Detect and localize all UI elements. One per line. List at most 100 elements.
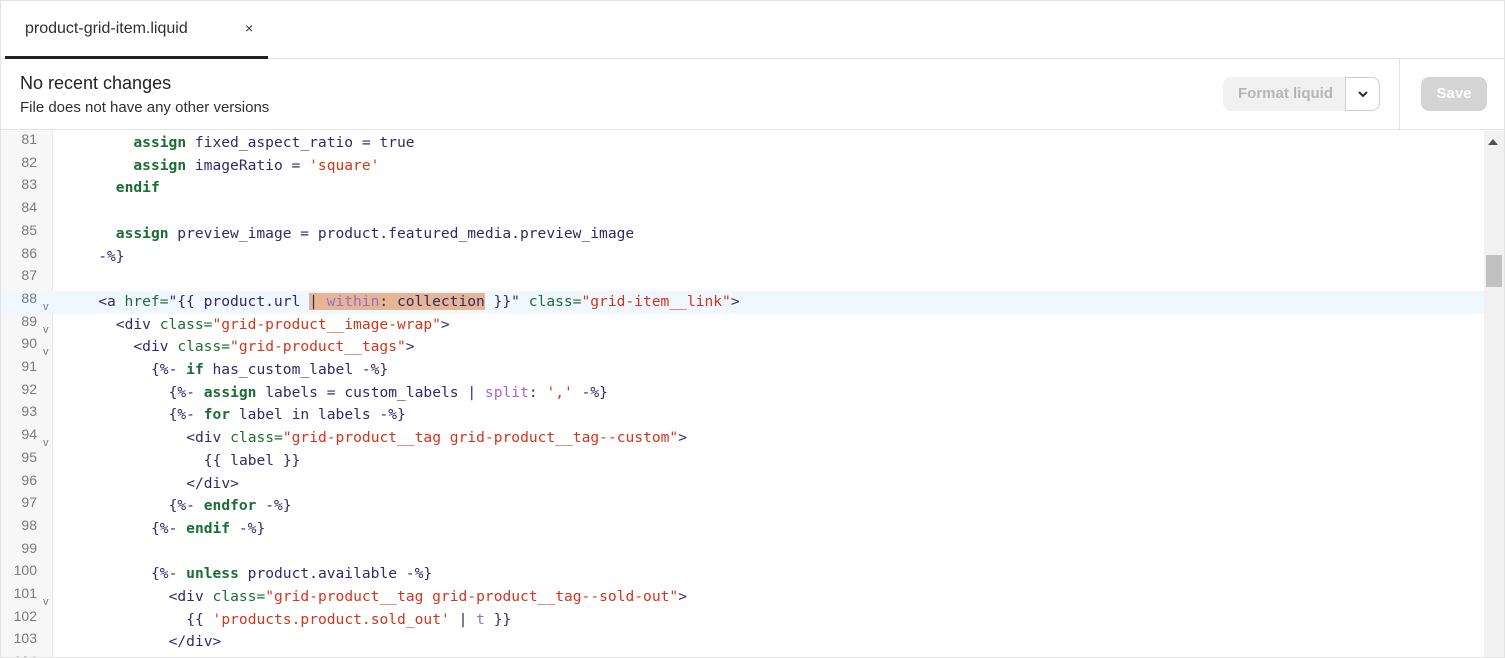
code-text: {{ 'products.product.sold_out' | t }} [186,609,511,632]
vertical-scrollbar[interactable] [1484,131,1504,657]
tab-product-grid-item[interactable]: product-grid-item.liquid × [5,1,268,59]
code-token: > [730,292,740,310]
code-line[interactable]: 102 {{ 'products.product.sold_out' | t }} [1,608,1484,632]
code-token: -%} [98,247,125,265]
code-token: assign [133,156,187,174]
code-token: "{{ product.url [168,292,310,310]
code-line[interactable]: 85 assign preview_image = product.feature… [1,222,1484,246]
code-line[interactable]: 94 v <div class="grid-product__tag grid-pr… [1,426,1484,450]
code-token: class= [528,292,582,310]
code-line[interactable]: 90 v <div class="grid-product__tags"> [1,335,1484,359]
version-title: No recent changes [20,73,172,93]
code-text: -%} [98,246,124,269]
code-token: }} [484,610,512,628]
code-token: endif [186,519,231,537]
code-token: {{ [186,610,213,628]
code-token: assign [115,224,169,242]
code-token: class= [177,338,231,356]
line-number: 104 [1,650,37,657]
code-text: </div> [169,631,222,654]
code-line[interactable]: 92 {%- assign labels = custom_labels | sp… [1,381,1484,405]
code-token: class= [230,429,283,447]
line-number: 83 [21,176,37,193]
code-token: assign [133,134,187,151]
code-line[interactable]: 97 {%- endfor -%} [1,494,1484,518]
code-token: "grid-product__tag grid-product__tag--so… [265,588,679,605]
scrollbar-thumb[interactable] [1486,255,1502,287]
code-token: {{ label }} [203,451,301,469]
code-text: <div class="grid-product__tag grid-produ… [186,427,687,450]
code-line[interactable]: 96 </div> [1,472,1484,496]
code-token: product.available -%} [238,565,433,583]
code-token: "grid-product__tag grid-product__tag--cu… [282,429,679,447]
code-line[interactable]: 93 {%- for label in labels -%} [1,403,1484,427]
line-number: 82 [21,153,37,170]
line-number: 91 [21,358,37,374]
code-text: <div class="grid-product__tags"> [133,336,414,359]
format-options-button[interactable] [1345,77,1380,111]
code-line[interactable]: 104 [1,653,1484,657]
code-token: {%- [151,519,187,537]
code-token: endfor [203,497,257,515]
code-token: within [326,292,380,310]
code-token: ',' [546,383,573,401]
code-token: | [449,610,477,628]
code-token: "grid-product__tags" [230,338,406,356]
code-line[interactable]: 89 v <div class="grid-product__image-wrap"… [1,313,1484,337]
code-line[interactable]: 86 -%} [1,245,1484,269]
line-number: 96 [21,471,37,488]
code-token: class= [159,315,213,333]
format-liquid-button[interactable]: Format liquid [1223,77,1345,111]
line-number: 101 [13,585,37,601]
code-token: > [678,588,687,605]
code-text: endif [116,177,160,200]
code-line[interactable]: 87 [1,267,1484,291]
code-token: 'square' [309,156,380,174]
code-text: assign preview_image = product.featured_… [116,223,634,246]
code-token: class= [212,588,266,605]
code-text: <div class="grid-product__tag grid-produ… [169,586,687,609]
line-number: 86 [21,244,37,261]
code-token: href= [124,292,169,310]
tab-label: product-grid-item.liquid [25,20,188,37]
line-number: 90 [21,335,37,352]
code-token: -%} [256,497,292,515]
line-number: 97 [21,494,37,511]
code-token: > [678,429,688,447]
code-token: unless [186,565,239,583]
code-text: assign imageRatio = 'square' [133,155,379,178]
code-token: has_custom_label -%} [203,361,389,378]
code-token: preview_image = product.featured_media.p… [168,224,635,242]
code-token: <div [133,338,178,356]
code-line[interactable]: 84 [1,199,1484,223]
save-button[interactable]: Save [1421,77,1487,111]
code-line[interactable]: 83 endif [1,176,1484,200]
version-subtitle: File does not have any other versions [20,99,270,116]
code-line[interactable]: 99 [1,540,1484,564]
line-number: 81 [21,131,37,147]
chevron-down-icon [1357,91,1368,98]
code-text: </div> [186,473,239,496]
code-line[interactable]: 101 v <div class="grid-product__tag grid-p… [1,585,1484,609]
code-editor[interactable]: 81 assign fixed_aspect_ratio = true 82 assi… [1,131,1504,657]
code-text: {%- for label in labels -%} [169,404,406,427]
code-line[interactable]: 81 assign fixed_aspect_ratio = true [1,131,1484,155]
close-icon[interactable]: × [245,20,253,36]
code-token: | [309,292,327,310]
code-line[interactable]: 100 {%- unless product.available -%} [1,562,1484,586]
code-token: <div [115,315,160,333]
code-line[interactable]: 91 {%- if has_custom_label -%} [1,358,1484,382]
line-number: 103 [13,630,37,647]
line-number: 102 [13,607,37,624]
code-line[interactable]: 95 {{ label }} [1,449,1484,473]
code-line[interactable]: 88 v <a href="{{ product.url | within: col… [1,290,1484,314]
line-number: 84 [21,199,37,216]
code-token: </div> [168,633,222,651]
code-line[interactable]: 98 {%- endif -%} [1,517,1484,541]
code-token: > [405,338,415,356]
code-line[interactable]: 82 assign imageRatio = 'square' [1,154,1484,178]
scroll-up-arrow-icon[interactable] [1488,139,1498,145]
code-token: "grid-product__image-wrap" [212,315,441,333]
code-token: {%- [168,406,204,424]
code-line[interactable]: 103 </div> [1,630,1484,654]
